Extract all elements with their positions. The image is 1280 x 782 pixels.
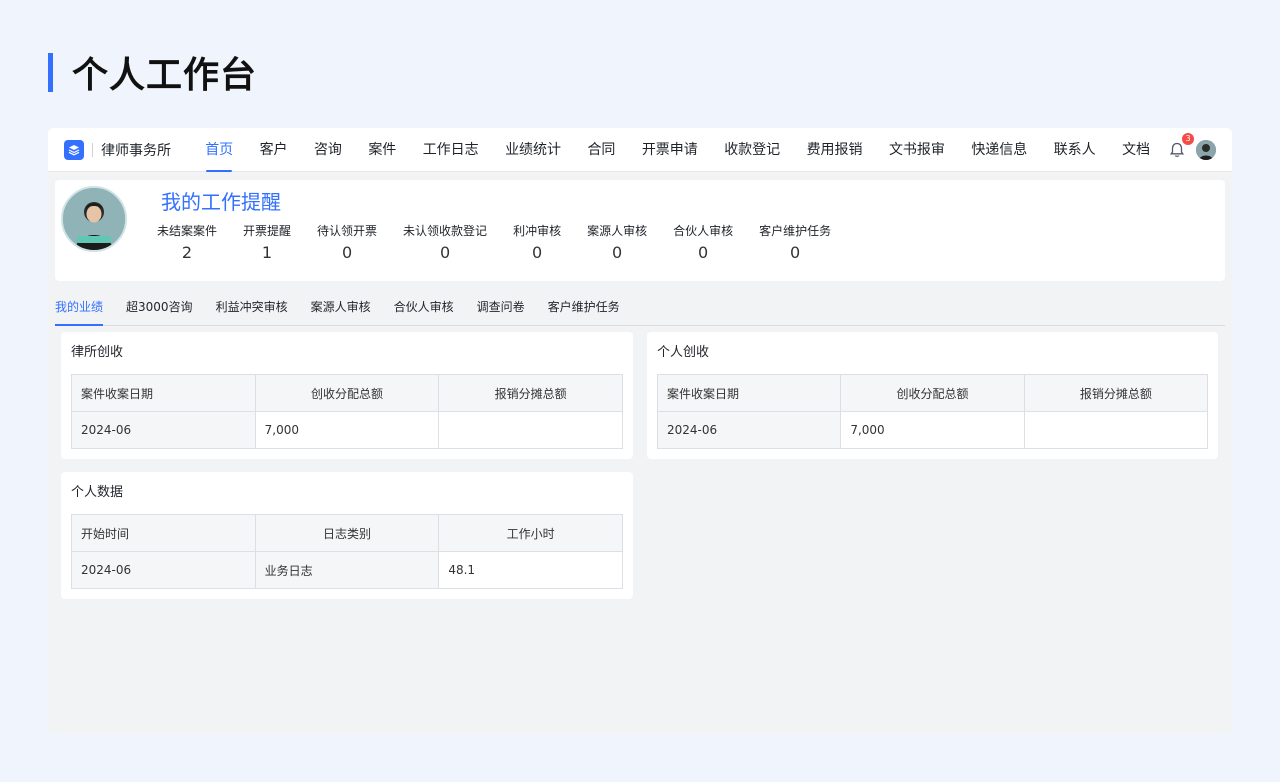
- nav-item[interactable]: 业绩统计: [492, 128, 574, 172]
- nav-item[interactable]: 开票申请: [629, 128, 711, 172]
- table-cell: [1023, 411, 1209, 449]
- card-title: 律所创收: [71, 345, 124, 360]
- column-header: 案件收案日期: [71, 374, 256, 412]
- column-header: 报销分摊总额: [438, 374, 623, 412]
- table-header-row: 开始时间 日志类别 工作小时: [71, 514, 623, 552]
- stat-label: 待认领开票: [317, 224, 378, 238]
- stat-label: 合伙人审核: [673, 224, 734, 238]
- card-title: 个人创收: [657, 345, 710, 360]
- personal-data-table: 开始时间 日志类别 工作小时 2024-06 业务日志 48.1: [71, 514, 623, 589]
- personal-revenue-table: 案件收案日期 创收分配总额 报销分摊总额 2024-06 7,000: [656, 374, 1209, 449]
- stat-label: 利冲审核: [513, 224, 562, 238]
- stat-value: 0: [341, 243, 353, 262]
- personal-data-card: 个人数据 开始时间 日志类别 工作小时 2024-06 业务日志 48.1: [61, 472, 633, 599]
- layers-logo-icon[interactable]: [64, 139, 84, 160]
- stat-value: 2: [181, 243, 193, 262]
- stat-value: 0: [790, 243, 801, 262]
- column-header: 创收分配总额: [840, 374, 1025, 412]
- notification-bell-icon[interactable]: 3: [1168, 133, 1194, 159]
- reminder-stat[interactable]: 合伙人审核 0: [673, 222, 733, 262]
- nav-item[interactable]: 案件: [355, 128, 409, 172]
- stat-value: 0: [439, 243, 451, 262]
- column-header: 报销分摊总额: [1023, 374, 1209, 412]
- nav-item[interactable]: 文档: [1109, 128, 1163, 172]
- nav-item[interactable]: 费用报销: [793, 128, 875, 172]
- firm-revenue-table: 案件收案日期 创收分配总额 报销分摊总额 2024-06 7,000: [71, 374, 623, 449]
- column-header: 案件收案日期: [656, 374, 842, 412]
- reminder-stat[interactable]: 客户维护任务 0: [759, 222, 831, 262]
- reminder-stat[interactable]: 案源人审核 0: [587, 222, 647, 262]
- table-cell: 业务日志: [254, 551, 440, 589]
- nav-item[interactable]: 联系人: [1041, 128, 1109, 172]
- table-cell: 2024-06: [71, 551, 256, 589]
- tab[interactable]: 超3000咨询: [126, 292, 193, 325]
- table-cell: [438, 411, 623, 449]
- reminder-stats: 未结案案件 2 开票提醒 1 待认领开票 0 未认领收款登记 0 利冲审核 0 案源人审核 0 合伙人审…: [157, 222, 857, 262]
- table-row: 2024-06 7,000: [656, 411, 1209, 449]
- logo-divider: [92, 142, 93, 157]
- stat-label: 案源人审核: [587, 224, 648, 238]
- table-cell: 7,000: [254, 411, 440, 449]
- top-navbar: 律师事务所 首页 客户 咨询 案件 工作日志 业绩统计 合同 开票申请 收款登记 费用报销 文书报审…: [48, 128, 1232, 172]
- column-header: 创收分配总额: [254, 374, 440, 412]
- nav-item[interactable]: 客户: [246, 128, 300, 172]
- table-row: 2024-06 7,000: [71, 411, 623, 449]
- stat-value: 1: [261, 243, 273, 262]
- nav-actions: 3: [1168, 128, 1216, 172]
- tab[interactable]: 客户维护任务: [548, 292, 620, 325]
- tab[interactable]: 案源人审核: [311, 292, 371, 325]
- table-cell: 48.1: [438, 551, 623, 589]
- profile-avatar: [61, 186, 127, 252]
- stat-label: 未结案案件: [157, 224, 218, 238]
- tab[interactable]: 我的业绩: [55, 292, 104, 326]
- stat-label: 开票提醒: [243, 224, 292, 238]
- table-cell: 2024-06: [71, 411, 256, 449]
- reminder-stat[interactable]: 待认领开票 0: [317, 222, 377, 262]
- firm-revenue-card: 律所创收 案件收案日期 创收分配总额 报销分摊总额 2024-06 7,000: [61, 332, 633, 459]
- column-header: 日志类别: [254, 514, 440, 552]
- nav-item[interactable]: 收款登记: [711, 128, 793, 172]
- nav-item[interactable]: 合同: [574, 128, 628, 172]
- column-header: 开始时间: [71, 514, 256, 552]
- table-cell: 2024-06: [656, 411, 842, 449]
- reminder-title: 我的工作提醒: [161, 190, 281, 214]
- brand-name: 律师事务所: [101, 142, 171, 159]
- tab[interactable]: 利益冲突审核: [216, 292, 288, 325]
- column-header: 工作小时: [438, 514, 623, 552]
- stat-value: 0: [698, 243, 709, 262]
- reminder-stat[interactable]: 未结案案件 2: [157, 222, 217, 262]
- nav-item[interactable]: 文书报审: [876, 128, 958, 172]
- card-title: 个人数据: [71, 485, 124, 500]
- stat-label: 未认领收款登记: [403, 224, 488, 238]
- table-row: 2024-06 业务日志 48.1: [71, 551, 623, 589]
- table-header-row: 案件收案日期 创收分配总额 报销分摊总额: [656, 374, 1209, 412]
- page-header: 个人工作台: [48, 52, 257, 96]
- table-header-row: 案件收案日期 创收分配总额 报销分摊总额: [71, 374, 623, 412]
- work-reminder-panel: 我的工作提醒 未结案案件 2 开票提醒 1 待认领开票 0 未认领收款登记 0 利冲审核 0 案源人…: [55, 180, 1225, 281]
- personal-revenue-card: 个人创收 案件收案日期 创收分配总额 报销分摊总额 2024-06 7,000: [647, 332, 1218, 459]
- app-window: 律师事务所 首页 客户 咨询 案件 工作日志 业绩统计 合同 开票申请 收款登记 费用报销 文书报审…: [48, 128, 1232, 734]
- stat-label: 客户维护任务: [759, 224, 832, 238]
- stat-value: 0: [531, 243, 543, 262]
- nav-item[interactable]: 咨询: [301, 128, 355, 172]
- tab[interactable]: 合伙人审核: [394, 292, 454, 325]
- user-avatar[interactable]: [1196, 140, 1216, 160]
- nav-item[interactable]: 工作日志: [410, 128, 492, 172]
- reminder-stat[interactable]: 未认领收款登记 0: [403, 222, 487, 262]
- page-title: 个人工作台: [72, 55, 258, 96]
- nav-item[interactable]: 首页: [192, 128, 246, 172]
- nav-menu: 首页 客户 咨询 案件 工作日志 业绩统计 合同 开票申请 收款登记 费用报销 文书报审 快递信息 联系…: [192, 128, 1163, 172]
- table-cell: 7,000: [840, 411, 1025, 449]
- title-accent-bar: [48, 52, 53, 92]
- reminder-stat[interactable]: 利冲审核 0: [513, 222, 561, 262]
- performance-tabs: 我的业绩 超3000咨询 利益冲突审核 案源人审核 合伙人审核 调查问卷 客户维护任务: [55, 292, 1225, 326]
- nav-item[interactable]: 快递信息: [958, 128, 1040, 172]
- notification-badge: 3: [1182, 133, 1194, 145]
- reminder-stat[interactable]: 开票提醒 1: [243, 222, 291, 262]
- tab[interactable]: 调查问卷: [477, 292, 525, 325]
- stat-value: 0: [611, 243, 623, 262]
